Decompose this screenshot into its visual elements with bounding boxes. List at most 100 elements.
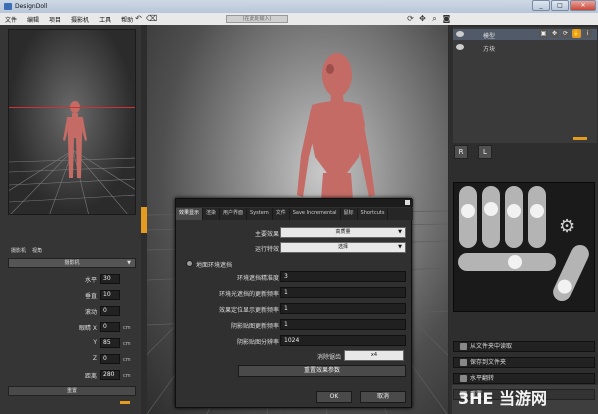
run-effect-row: 运行特效 选择 ▼ xyxy=(176,242,413,254)
finger-handle[interactable] xyxy=(507,204,521,218)
field-label: 效果定位显示更新频率 xyxy=(218,307,279,314)
eye-icon[interactable] xyxy=(456,44,464,50)
param-input-horizontal[interactable]: 30 xyxy=(100,274,120,284)
eye-icon[interactable] xyxy=(456,31,464,37)
param-input-vertical[interactable]: 10 xyxy=(100,290,120,300)
resize-grip[interactable] xyxy=(573,137,587,140)
reset-effects-button[interactable]: 重置效果参数 xyxy=(238,365,406,377)
camera-icon[interactable]: ◙ xyxy=(442,14,451,23)
resize-grip[interactable] xyxy=(120,401,130,404)
run-effect-value: 选择 xyxy=(337,244,348,250)
tab-effects[interactable]: 效果显示 xyxy=(176,208,204,220)
param-label: Y xyxy=(93,339,97,346)
left-panel: 摄影机 视角 摄影机 ▼ 水平 30 垂直 10 滚动 0 眼睛 X 0 cm … xyxy=(0,25,145,414)
finger-handle[interactable] xyxy=(484,202,498,216)
main-effect-label: 主要效果 xyxy=(254,231,279,238)
watermark-text: 当游网 xyxy=(499,389,548,408)
tab-camera[interactable]: 摄影机 xyxy=(8,246,29,256)
param-unit: cm xyxy=(123,325,131,331)
tab-file[interactable]: 文件 xyxy=(273,208,290,220)
minimize-button[interactable]: _ xyxy=(532,0,550,11)
param-row-eye-x: 眼睛 X 0 cm xyxy=(8,322,136,333)
pan-icon[interactable]: ✥ xyxy=(418,14,427,23)
tab-system[interactable]: System xyxy=(247,208,273,220)
menu-camera[interactable]: 摄影机 xyxy=(66,15,94,24)
shadow-update-input[interactable]: 1 xyxy=(280,319,406,330)
menu-edit[interactable]: 编辑 xyxy=(22,15,44,24)
finger-slider-ring[interactable] xyxy=(528,186,546,248)
gear-icon[interactable]: ⚙ xyxy=(559,216,575,237)
tab-shortcuts[interactable]: Shortcuts xyxy=(358,208,389,220)
run-effect-select[interactable]: 选择 ▼ xyxy=(280,242,406,253)
watermark-domain: 3HE xyxy=(458,389,494,408)
effect-update-input[interactable]: 1 xyxy=(280,303,406,314)
param-input-eye-x[interactable]: 0 xyxy=(100,322,120,332)
finger-slider-middle[interactable] xyxy=(505,186,523,248)
zoom-icon[interactable]: ⌕ xyxy=(430,14,439,23)
cancel-button[interactable]: 取消 xyxy=(360,391,406,403)
ground-occlusion-radio[interactable] xyxy=(186,260,193,267)
menu-file[interactable]: 文件 xyxy=(0,15,22,24)
select-icon[interactable]: ▣ xyxy=(539,29,548,38)
search-input[interactable]: (在此处输入) xyxy=(226,15,288,23)
app-icon xyxy=(4,3,12,10)
close-button[interactable]: ✕ xyxy=(570,0,596,11)
menu-tools[interactable]: 工具 xyxy=(94,15,116,24)
eraser-icon[interactable]: ⌫ xyxy=(146,14,157,23)
button-label: 从文件夹中读取 xyxy=(470,343,513,350)
ao-precision-input[interactable]: 3 xyxy=(280,271,406,282)
scene-item-cube[interactable]: 方块 xyxy=(453,42,597,53)
param-input-y[interactable]: 85 xyxy=(100,338,120,348)
param-input-roll[interactable]: 0 xyxy=(100,306,120,316)
main-effect-select[interactable]: 高质量 ▼ xyxy=(280,227,406,238)
hand-left-button[interactable]: L xyxy=(478,145,492,159)
tab-mouse[interactable]: 鼠标 xyxy=(341,208,358,220)
finger-slider-spread[interactable] xyxy=(458,253,556,271)
param-input-z[interactable]: 0 xyxy=(100,354,120,364)
save-to-folder-button[interactable]: 保存到文件夹 xyxy=(453,357,595,368)
tab-render[interactable]: 渲染 xyxy=(203,208,221,220)
shadow-resolution-input[interactable]: 1024 xyxy=(280,335,406,346)
hand-pose-pad[interactable] xyxy=(453,182,595,312)
finger-slider-thumb[interactable] xyxy=(459,186,477,248)
param-label: 滚动 xyxy=(84,309,97,316)
menu-project[interactable]: 项目 xyxy=(44,15,66,24)
info-icon[interactable]: i xyxy=(583,29,592,38)
orbit-icon[interactable]: ⟳ xyxy=(406,14,415,23)
field-row: 效果定位显示更新频率 1 xyxy=(176,303,413,315)
finger-slider-index[interactable] xyxy=(482,186,500,248)
undo-icon[interactable]: ↶ xyxy=(134,14,143,23)
maximize-button[interactable]: □ xyxy=(551,0,569,11)
ok-button[interactable]: OK xyxy=(316,391,352,403)
finger-handle[interactable] xyxy=(461,204,475,218)
field-label: 阴影贴图分辨率 xyxy=(236,339,279,346)
camera-preview[interactable] xyxy=(8,29,136,215)
param-input-distance[interactable]: 280 xyxy=(100,370,120,380)
finger-slider-pinky[interactable] xyxy=(550,242,592,304)
camera-select[interactable]: 摄影机 ▼ xyxy=(8,258,136,268)
tab-save-incremental[interactable]: Save Incremental xyxy=(290,208,341,220)
load-from-folder-button[interactable]: 从文件夹中读取 xyxy=(453,341,595,352)
finger-handle[interactable] xyxy=(555,277,574,296)
tab-ui[interactable]: 用户界面 xyxy=(220,208,248,220)
rotate-icon[interactable]: ⟳ xyxy=(561,29,570,38)
move-icon[interactable]: ✥ xyxy=(550,29,559,38)
main-effect-row: 主要效果 高质量 ▼ xyxy=(176,227,413,239)
antialias-select[interactable]: x4 xyxy=(344,350,404,361)
scene-item-label: 模型 xyxy=(483,33,496,40)
tab-view[interactable]: 视角 xyxy=(29,246,45,256)
scene-item-label: 方块 xyxy=(483,46,496,53)
hand-icon[interactable]: ✋ xyxy=(572,29,581,38)
param-label: 垂直 xyxy=(84,293,97,300)
camera-reset-button[interactable]: 重置 xyxy=(8,386,136,396)
finger-handle[interactable] xyxy=(530,204,544,218)
close-icon[interactable] xyxy=(405,200,410,205)
watermark: 3HE 当游网 xyxy=(452,385,598,414)
ground-occlusion-label: 地面环境遮挡 xyxy=(196,262,233,269)
main-effect-value: 高质量 xyxy=(335,229,351,235)
run-effect-label: 运行特效 xyxy=(254,246,279,253)
finger-handle[interactable] xyxy=(508,255,522,269)
ao-update-input[interactable]: 1 xyxy=(280,287,406,298)
hand-right-button[interactable]: R xyxy=(454,145,468,159)
flip-horizontal-button[interactable]: 水平翻转 xyxy=(453,373,595,384)
